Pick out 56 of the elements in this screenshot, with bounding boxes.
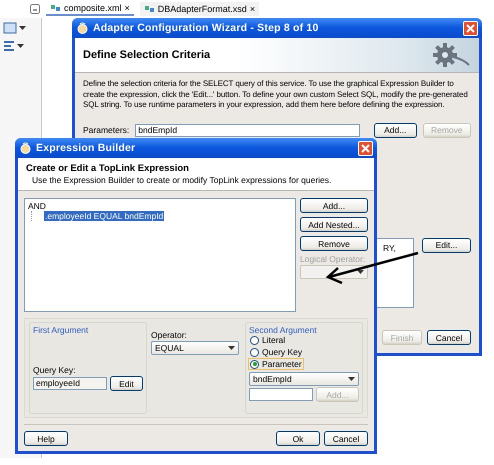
file-icon xyxy=(144,4,155,14)
close-button[interactable] xyxy=(463,20,478,36)
cup-icon xyxy=(76,22,89,34)
dialog-subtitle: Use the Expression Builder to create or modify TopLink expressions for queries. xyxy=(31,175,332,185)
radio-option[interactable]: Query Key xyxy=(249,347,304,357)
caret-icon xyxy=(357,270,364,274)
toolbar-icon[interactable] xyxy=(3,40,15,52)
parameter-dropdown[interactable]: bndEmpId xyxy=(249,372,359,386)
caret-icon xyxy=(348,377,355,381)
tab-close-button[interactable]: × xyxy=(250,4,256,14)
group-title: Second Argument xyxy=(249,325,318,335)
parameters-field[interactable]: bndEmpId xyxy=(135,124,360,136)
value-field[interactable] xyxy=(249,388,313,401)
file-icon xyxy=(50,3,61,13)
gear-icon xyxy=(431,42,471,68)
add-button[interactable]: Add... xyxy=(300,198,368,213)
toolbar-icon[interactable] xyxy=(3,22,17,34)
close-button[interactable] xyxy=(358,140,373,156)
query-key-label: Query Key: xyxy=(33,365,77,375)
page-title: Define Selection Criteria xyxy=(83,49,212,61)
tab-close-button[interactable]: × xyxy=(124,3,130,13)
group-title: First Argument xyxy=(33,325,90,335)
cup-icon xyxy=(19,142,32,154)
close-icon xyxy=(361,144,370,152)
radio-option[interactable]: Parameter xyxy=(249,359,303,369)
expression-tree[interactable]: AND .employeeId EQUAL bndEmpId xyxy=(24,198,296,312)
logical-operator-label: Logical Operator: xyxy=(300,255,366,264)
tree-node[interactable]: AND xyxy=(27,201,47,211)
tab-label: composite.xml xyxy=(64,3,122,13)
add-nested-button[interactable]: Add Nested... xyxy=(300,217,368,232)
window-title: Adapter Configuration Wizard - Step 8 of 10 xyxy=(93,22,320,34)
cancel-button[interactable]: Cancel xyxy=(427,330,471,345)
ok-button[interactable]: Ok xyxy=(276,431,320,446)
minimize-icon[interactable] xyxy=(30,4,40,14)
edit-button[interactable]: Edit xyxy=(110,376,143,391)
editor-tab[interactable]: composite.xml × xyxy=(46,2,134,16)
cancel-button[interactable]: Cancel xyxy=(324,431,368,446)
add-button[interactable]: Add... xyxy=(374,122,417,138)
operator-label: Operator: xyxy=(151,330,188,340)
caret-icon xyxy=(17,44,24,48)
operator-dropdown[interactable]: EQUAL xyxy=(151,341,239,355)
tree-node[interactable]: .employeeId EQUAL bndEmpId xyxy=(44,211,164,221)
radio-option[interactable]: Literal xyxy=(249,335,286,345)
edit-button[interactable]: Edit... xyxy=(422,238,471,252)
parameters-label: Parameters: xyxy=(83,125,130,135)
window-title: Expression Builder xyxy=(36,142,136,154)
caret-icon xyxy=(228,346,235,350)
tab-label: DBAdapterFormat.xsd xyxy=(158,4,247,14)
help-button[interactable]: Help xyxy=(24,431,68,446)
close-icon xyxy=(466,24,475,32)
dialog-heading: Create or Edit a TopLink Expression xyxy=(26,163,190,174)
caret-icon xyxy=(19,26,26,30)
editor-tab[interactable]: DBAdapterFormat.xsd × xyxy=(140,2,260,16)
query-key-field[interactable]: employeeId xyxy=(33,377,107,390)
description-text: Define the selection criteria for the SELECT query of this service. To use the graphical Expression Builder to create the expression, click the 'Edit...' button. To define your own custom Select SQL, modify the pre-generated SQL string. To use runtime parameters in your expression, add them here before defining the expression. xyxy=(83,79,469,110)
remove-button[interactable]: Remove xyxy=(300,236,368,251)
